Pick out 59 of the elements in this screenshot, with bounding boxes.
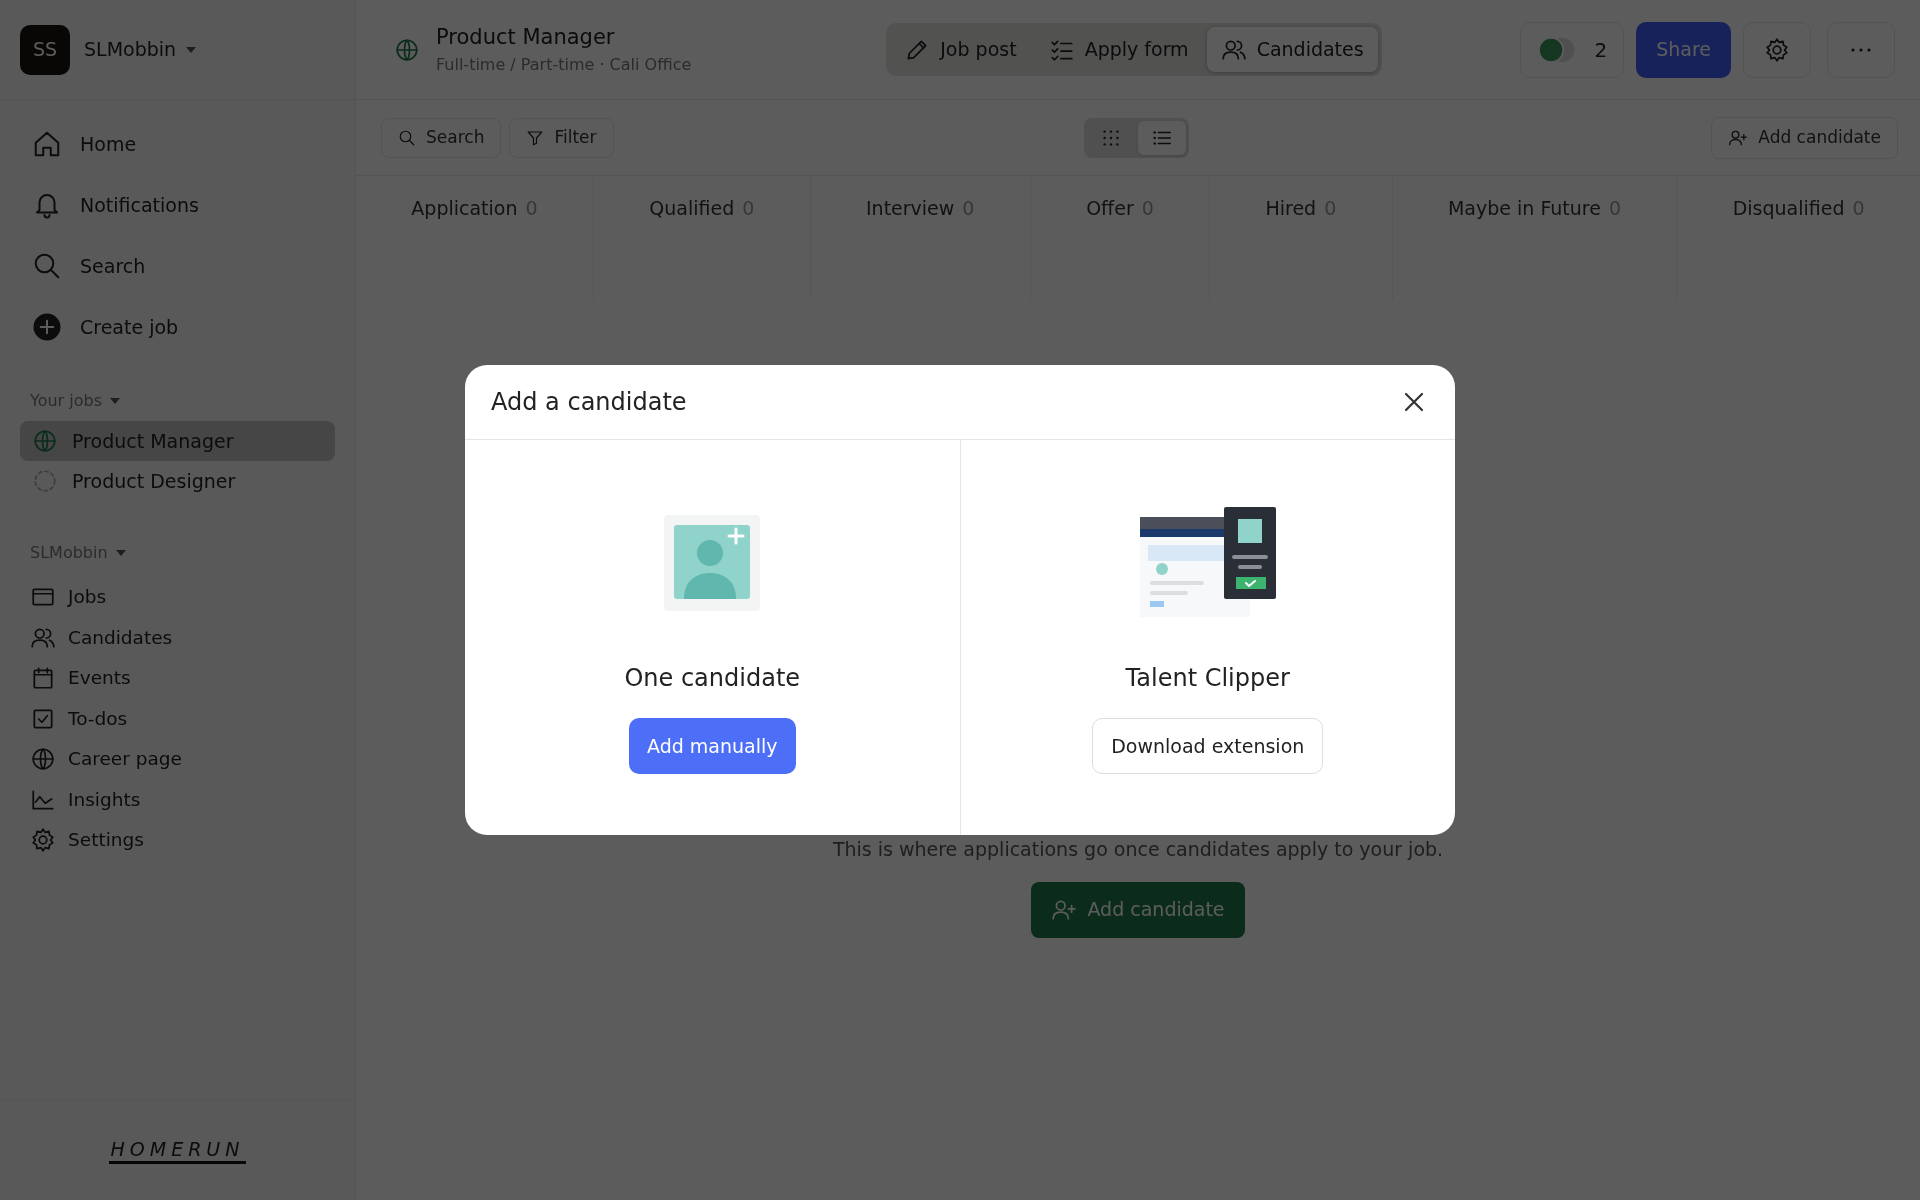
nav-item[interactable]: Jobs (0, 577, 355, 618)
stage-name: Interview (866, 197, 955, 219)
caret-icon (115, 550, 126, 556)
brand-logo: HOMERUN (108, 1136, 247, 1165)
share-button[interactable]: Share (1636, 21, 1731, 78)
search-icon (398, 128, 416, 147)
option-title: Talent Clipper (1125, 663, 1290, 694)
stage-name: Application (411, 197, 518, 219)
search-button[interactable]: Search (381, 117, 502, 158)
nav-item[interactable]: Candidates (0, 617, 355, 658)
filter-button[interactable]: Filter (509, 117, 614, 158)
caret-icon (186, 46, 197, 53)
avatar: SS (20, 24, 70, 75)
caret-icon (109, 398, 120, 404)
job-title: Product Manager (436, 23, 616, 51)
stage-name: Maybe in Future (1447, 197, 1601, 219)
settings-icon (1764, 36, 1790, 63)
nav-item[interactable]: Home (20, 120, 335, 168)
search-icon (32, 251, 62, 281)
download-button[interactable]: Download extension (1092, 718, 1324, 774)
modal-title: Add a candidate (491, 387, 687, 418)
collaborators-button[interactable]: 2 (1520, 21, 1625, 78)
empty-state-text: This is where applications go once candidates apply to your job. (832, 837, 1444, 862)
settings-icon (30, 827, 56, 854)
job-item[interactable]: Product Designer (20, 461, 335, 501)
stage-name: Disqualified (1732, 197, 1845, 219)
tab[interactable]: Apply form (1034, 27, 1203, 72)
option-title: One candidate (624, 663, 801, 694)
dashed-circle-icon (32, 468, 58, 494)
stage-name: Hired (1265, 197, 1317, 219)
nav-item[interactable]: Search (20, 242, 335, 290)
nav-item[interactable]: To-dos (0, 698, 355, 739)
add-candidate-button[interactable]: Add candidate (1031, 881, 1245, 938)
home-icon (32, 129, 62, 159)
nav-item[interactable]: Events (0, 658, 355, 699)
workspace-name: SLMobbin (84, 37, 177, 63)
nav-item[interactable]: Insights (0, 779, 355, 820)
nav-item[interactable]: Career page (0, 739, 355, 780)
add-candidate-button[interactable]: Add candidate (1711, 116, 1898, 159)
stage-name: Offer (1086, 197, 1134, 219)
nav-item[interactable]: Create job (20, 303, 335, 351)
tab[interactable]: Job post (890, 27, 1031, 72)
stage-name: Qualified (649, 197, 735, 219)
nav-item[interactable]: Notifications (20, 181, 335, 229)
globe-icon (30, 746, 56, 773)
calendar-icon (30, 665, 56, 692)
nav-item[interactable]: Settings (0, 820, 355, 861)
globe-icon (32, 428, 58, 454)
plus-circle-icon (32, 312, 62, 342)
job-item[interactable]: Product Manager (20, 421, 335, 461)
close-icon (1403, 391, 1425, 413)
collaborator-count: 2 (1594, 36, 1608, 64)
tab[interactable]: Candidates (1206, 27, 1378, 72)
more-icon (1851, 47, 1871, 52)
settings-button[interactable] (1743, 21, 1811, 78)
globe-icon (394, 36, 420, 63)
add-manually-button[interactable]: Add manually (629, 718, 796, 774)
view-toggle[interactable] (1137, 120, 1186, 155)
filter-icon (526, 128, 545, 147)
